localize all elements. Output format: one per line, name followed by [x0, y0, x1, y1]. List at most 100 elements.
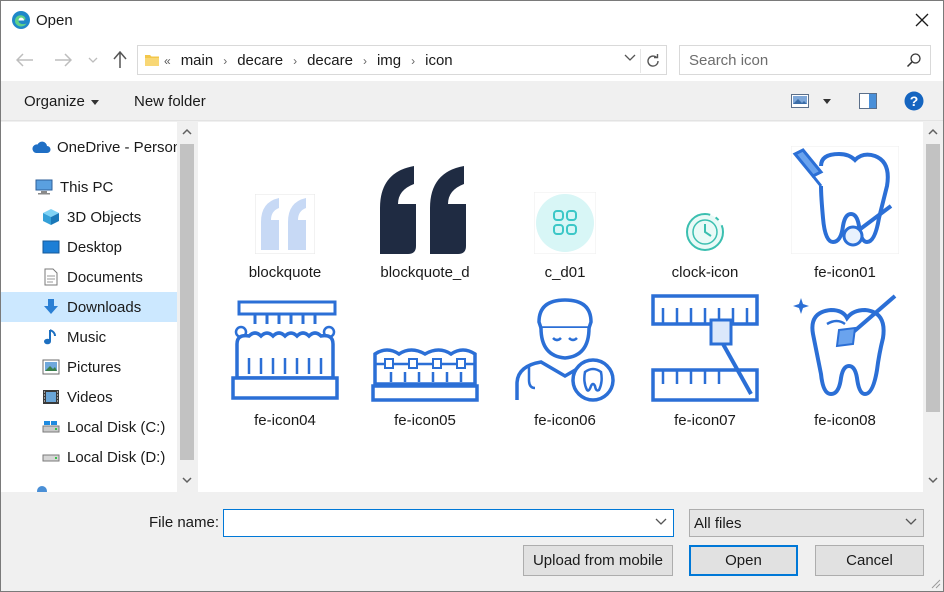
navigation-bar: « main › decare › decare › img › icon	[1, 39, 943, 81]
scroll-down-icon[interactable]	[181, 474, 193, 486]
tree-item-pictures[interactable]: Pictures	[1, 352, 177, 382]
forward-button[interactable]	[52, 49, 74, 71]
breadcrumb-overflow[interactable]: «	[164, 54, 171, 68]
file-name: fe-icon06	[534, 412, 596, 429]
view-mode-icon[interactable]	[791, 94, 809, 108]
chevron-down-icon[interactable]	[624, 54, 636, 62]
title-bar: Open	[1, 1, 943, 39]
tree-item-music[interactable]: Music	[1, 322, 177, 352]
search-input[interactable]	[680, 46, 900, 74]
file-item[interactable]: fe-icon07	[630, 280, 770, 429]
new-folder-button[interactable]: New folder	[134, 93, 206, 110]
arrow-up-icon	[113, 51, 127, 68]
tree-item-label: Local Disk (D:)	[67, 448, 166, 466]
chevron-right-icon[interactable]: ›	[293, 54, 297, 68]
recent-locations-button[interactable]	[84, 49, 102, 71]
tree-item-3d-objects[interactable]: 3D Objects	[1, 202, 177, 232]
tree-item-label: Documents	[67, 268, 143, 286]
upload-from-mobile-button[interactable]: Upload from mobile	[523, 545, 673, 576]
nav-scrollbar[interactable]	[177, 122, 197, 492]
open-button[interactable]: Open	[689, 545, 798, 576]
cube-icon	[41, 208, 61, 226]
file-item[interactable]: fe-icon05	[350, 280, 490, 429]
chevron-down-icon	[88, 57, 98, 63]
tree-item-local-disk-d[interactable]: Local Disk (D:)	[1, 442, 177, 472]
music-icon	[41, 328, 61, 346]
file-item[interactable]: c_d01	[490, 132, 630, 281]
tooth-clean-icon	[790, 292, 900, 402]
tree-item-label: This PC	[60, 178, 114, 196]
file-item[interactable]: fe-icon04	[210, 280, 350, 429]
file-name-label: File name:	[149, 514, 220, 531]
teeth-mirror-icon	[650, 292, 760, 402]
files-scrollbar[interactable]	[923, 122, 943, 492]
tree-item-downloads[interactable]: Downloads	[1, 292, 177, 322]
document-icon	[41, 268, 61, 286]
address-bar[interactable]: « main › decare › decare › img › icon	[137, 45, 667, 75]
file-name-input[interactable]	[224, 510, 644, 536]
scroll-down-icon[interactable]	[927, 474, 939, 486]
scrollbar-thumb[interactable]	[926, 144, 940, 412]
up-button[interactable]	[109, 49, 131, 71]
chevron-right-icon[interactable]: ›	[411, 54, 415, 68]
scrollbar-thumb[interactable]	[180, 144, 194, 460]
resize-grip-icon[interactable]	[931, 579, 941, 589]
grid-circle-icon	[510, 144, 620, 254]
file-name: blockquote_d	[380, 264, 470, 281]
breadcrumb-item[interactable]: decare	[237, 52, 283, 69]
tree-item-label: Videos	[67, 388, 113, 406]
caret-down-icon[interactable]	[823, 99, 831, 104]
search-icon[interactable]	[906, 52, 922, 68]
tree-item-documents[interactable]: Documents	[1, 262, 177, 292]
scroll-up-icon[interactable]	[181, 126, 193, 138]
file-name-combobox	[223, 509, 674, 537]
back-button[interactable]	[14, 49, 36, 71]
file-item[interactable]: blockquote	[210, 132, 350, 281]
breadcrumb-item[interactable]: img	[377, 52, 401, 69]
file-type-select[interactable]: All files	[689, 509, 924, 537]
arrow-right-icon	[55, 53, 72, 67]
tree-item-onedrive[interactable]: OneDrive - Personal	[1, 132, 177, 162]
tooth-probe-icon	[790, 144, 900, 254]
tree-item-videos[interactable]: Videos	[1, 382, 177, 412]
desktop-icon	[41, 238, 61, 256]
refresh-button[interactable]	[640, 49, 664, 73]
file-item[interactable]: fe-icon01	[770, 132, 910, 281]
tree-item-local-disk-c[interactable]: Local Disk (C:)	[1, 412, 177, 442]
tree-item-label: Local Disk (C:)	[67, 418, 166, 436]
preview-pane-icon[interactable]	[859, 93, 877, 109]
file-view: blockquote blockquote_d c_d01 clock-icon…	[198, 122, 923, 492]
file-item[interactable]: blockquote_d	[350, 132, 490, 281]
drive-icon	[41, 418, 61, 436]
cancel-button[interactable]: Cancel	[815, 545, 924, 576]
breadcrumb-item[interactable]: decare	[307, 52, 353, 69]
organize-button[interactable]: Organize	[24, 93, 99, 110]
breadcrumb: « main › decare › decare › img › icon	[164, 52, 453, 69]
breadcrumb-item[interactable]: main	[181, 52, 214, 69]
breadcrumb-item[interactable]: icon	[425, 52, 453, 69]
light-quote-icon	[230, 144, 340, 254]
tree-item-label: Desktop	[67, 238, 123, 256]
chevron-down-icon[interactable]	[655, 518, 667, 526]
teeth-brush-icon	[230, 292, 340, 402]
scroll-up-icon[interactable]	[927, 126, 939, 138]
tree-item-this-pc[interactable]: This PC	[1, 172, 177, 202]
computer-icon	[34, 178, 54, 196]
file-item[interactable]: fe-icon08	[770, 280, 910, 429]
refresh-icon	[646, 54, 659, 67]
command-bar: Organize New folder ?	[1, 81, 943, 121]
open-dialog: Open « main › decare › decare › img › ic…	[0, 0, 944, 592]
chevron-right-icon[interactable]: ›	[223, 54, 227, 68]
videos-icon	[41, 388, 61, 406]
tree-item-label: Pictures	[67, 358, 122, 376]
tree-item-desktop[interactable]: Desktop	[1, 232, 177, 262]
file-item[interactable]: fe-icon06	[490, 280, 630, 429]
help-icon[interactable]: ?	[904, 91, 924, 111]
chevron-right-icon[interactable]: ›	[363, 54, 367, 68]
navigation-pane: OneDrive - Personal This PC 3D Objects D…	[1, 122, 197, 492]
file-name: fe-icon08	[814, 412, 876, 429]
chevron-down-icon	[905, 518, 917, 525]
file-item[interactable]: clock-icon	[630, 132, 770, 281]
file-name: fe-icon05	[394, 412, 456, 429]
close-button[interactable]	[909, 7, 935, 33]
